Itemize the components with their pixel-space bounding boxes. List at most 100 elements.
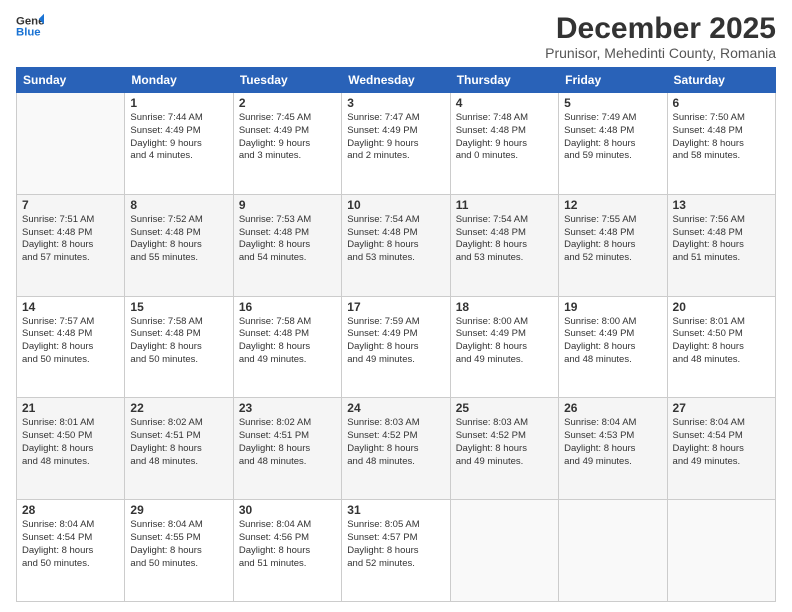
table-row: 6 Sunrise: 7:50 AMSunset: 4:48 PMDaylight… <box>667 93 775 195</box>
table-row: 19Sunrise: 8:00 AMSunset: 4:49 PMDayligh… <box>559 296 667 398</box>
table-row: 21 Sunrise: 8:01 AMSunset: 4:50 PMDayligh… <box>17 398 125 500</box>
table-row <box>17 93 125 195</box>
cell-info: Sunrise: 7:54 AMSunset: 4:48 PMDaylight:… <box>456 214 553 265</box>
table-row: 22 Sunrise: 8:02 AMSunset: 4:51 PMDayligh… <box>125 398 233 500</box>
cell-date: 12 <box>564 198 661 212</box>
table-row: 1 Sunrise: 7:44 AMSunset: 4:49 PMDaylight… <box>125 93 233 195</box>
cell-date: 16 <box>239 300 336 314</box>
svg-text:Blue: Blue <box>16 27 41 39</box>
cell-date: 26 <box>564 401 661 415</box>
cell-date: 19 <box>564 300 661 314</box>
col-monday: Monday <box>125 68 233 93</box>
cell-date: 23 <box>239 401 336 415</box>
cell-info: Sunrise: 7:51 AMSunset: 4:48 PMDaylight:… <box>22 214 119 265</box>
table-row: 3 Sunrise: 7:47 AMSunset: 4:49 PMDaylight… <box>342 93 450 195</box>
cell-date: 22 <box>130 401 227 415</box>
cell-info: Sunrise: 8:04 AMSunset: 4:54 PMDaylight:… <box>22 519 119 570</box>
logo: General Blue <box>16 12 44 40</box>
table-row: 10Sunrise: 7:54 AMSunset: 4:48 PMDayligh… <box>342 194 450 296</box>
cell-info: Sunrise: 8:04 AMSunset: 4:54 PMDaylight:… <box>673 417 770 468</box>
calendar-week-4: 21 Sunrise: 8:01 AMSunset: 4:50 PMDayligh… <box>17 398 776 500</box>
cell-date: 2 <box>239 96 336 110</box>
cell-date: 17 <box>347 300 444 314</box>
table-row: 23 Sunrise: 8:02 AMSunset: 4:51 PMDayligh… <box>233 398 341 500</box>
cell-info: Sunrise: 8:00 AMSunset: 4:49 PMDaylight:… <box>456 316 553 367</box>
cell-date: 3 <box>347 96 444 110</box>
table-row: 27 Sunrise: 8:04 AMSunset: 4:54 PMDayligh… <box>667 398 775 500</box>
table-row <box>667 500 775 602</box>
cell-info: Sunrise: 7:57 AMSunset: 4:48 PMDaylight:… <box>22 316 119 367</box>
table-row: 14 Sunrise: 7:57 AMSunset: 4:48 PMDayligh… <box>17 296 125 398</box>
cell-date: 1 <box>130 96 227 110</box>
cell-info: Sunrise: 7:50 AMSunset: 4:48 PMDaylight:… <box>673 112 770 163</box>
col-thursday: Thursday <box>450 68 558 93</box>
table-row: 4 Sunrise: 7:48 AMSunset: 4:48 PMDaylight… <box>450 93 558 195</box>
table-row: 17 Sunrise: 7:59 AMSunset: 4:49 PMDayligh… <box>342 296 450 398</box>
cell-info: Sunrise: 7:44 AMSunset: 4:49 PMDaylight:… <box>130 112 227 163</box>
cell-date: 14 <box>22 300 119 314</box>
table-row: 11 Sunrise: 7:54 AMSunset: 4:48 PMDayligh… <box>450 194 558 296</box>
table-row: 7 Sunrise: 7:51 AMSunset: 4:48 PMDaylight… <box>17 194 125 296</box>
calendar-header-row: Sunday Monday Tuesday Wednesday Thursday… <box>17 68 776 93</box>
logo-icon: General Blue <box>16 12 44 40</box>
cell-date: 11 <box>456 198 553 212</box>
cell-info: Sunrise: 8:05 AMSunset: 4:57 PMDaylight:… <box>347 519 444 570</box>
cell-info: Sunrise: 7:53 AMSunset: 4:48 PMDaylight:… <box>239 214 336 265</box>
col-sunday: Sunday <box>17 68 125 93</box>
table-row: 16 Sunrise: 7:58 AMSunset: 4:48 PMDayligh… <box>233 296 341 398</box>
cell-date: 15 <box>130 300 227 314</box>
cell-info: Sunrise: 8:01 AMSunset: 4:50 PMDaylight:… <box>22 417 119 468</box>
main-title: December 2025 <box>545 12 776 45</box>
cell-date: 9 <box>239 198 336 212</box>
cell-date: 6 <box>673 96 770 110</box>
table-row: 2Sunrise: 7:45 AMSunset: 4:49 PMDaylight… <box>233 93 341 195</box>
cell-date: 31 <box>347 503 444 517</box>
calendar-week-5: 28 Sunrise: 8:04 AMSunset: 4:54 PMDayligh… <box>17 500 776 602</box>
cell-date: 28 <box>22 503 119 517</box>
table-row: 15 Sunrise: 7:58 AMSunset: 4:48 PMDayligh… <box>125 296 233 398</box>
svg-text:General: General <box>16 15 44 27</box>
table-row: 9 Sunrise: 7:53 AMSunset: 4:48 PMDaylight… <box>233 194 341 296</box>
cell-date: 21 <box>22 401 119 415</box>
cell-info: Sunrise: 7:58 AMSunset: 4:48 PMDaylight:… <box>130 316 227 367</box>
subtitle: Prunisor, Mehedinti County, Romania <box>545 45 776 61</box>
col-wednesday: Wednesday <box>342 68 450 93</box>
cell-info: Sunrise: 7:48 AMSunset: 4:48 PMDaylight:… <box>456 112 553 163</box>
cell-info: Sunrise: 8:02 AMSunset: 4:51 PMDaylight:… <box>130 417 227 468</box>
page: General Blue December 2025 Prunisor, Meh… <box>0 0 792 612</box>
table-row: 30Sunrise: 8:04 AMSunset: 4:56 PMDayligh… <box>233 500 341 602</box>
cell-info: Sunrise: 8:02 AMSunset: 4:51 PMDaylight:… <box>239 417 336 468</box>
cell-date: 24 <box>347 401 444 415</box>
table-row: 24 Sunrise: 8:03 AMSunset: 4:52 PMDayligh… <box>342 398 450 500</box>
cell-date: 8 <box>130 198 227 212</box>
table-row: 8 Sunrise: 7:52 AMSunset: 4:48 PMDaylight… <box>125 194 233 296</box>
calendar-week-2: 7 Sunrise: 7:51 AMSunset: 4:48 PMDaylight… <box>17 194 776 296</box>
table-row: 12 Sunrise: 7:55 AMSunset: 4:48 PMDayligh… <box>559 194 667 296</box>
cell-info: Sunrise: 8:01 AMSunset: 4:50 PMDaylight:… <box>673 316 770 367</box>
cell-info: Sunrise: 7:59 AMSunset: 4:49 PMDaylight:… <box>347 316 444 367</box>
header: General Blue December 2025 Prunisor, Meh… <box>16 12 776 61</box>
cell-date: 4 <box>456 96 553 110</box>
cell-date: 27 <box>673 401 770 415</box>
cell-date: 30 <box>239 503 336 517</box>
cell-info: Sunrise: 8:04 AMSunset: 4:53 PMDaylight:… <box>564 417 661 468</box>
cell-date: 18 <box>456 300 553 314</box>
cell-info: Sunrise: 8:03 AMSunset: 4:52 PMDaylight:… <box>347 417 444 468</box>
table-row: 29Sunrise: 8:04 AMSunset: 4:55 PMDayligh… <box>125 500 233 602</box>
cell-info: Sunrise: 7:47 AMSunset: 4:49 PMDaylight:… <box>347 112 444 163</box>
cell-info: Sunrise: 7:58 AMSunset: 4:48 PMDaylight:… <box>239 316 336 367</box>
cell-date: 5 <box>564 96 661 110</box>
col-tuesday: Tuesday <box>233 68 341 93</box>
col-saturday: Saturday <box>667 68 775 93</box>
cell-date: 13 <box>673 198 770 212</box>
cell-info: Sunrise: 7:55 AMSunset: 4:48 PMDaylight:… <box>564 214 661 265</box>
table-row: 28 Sunrise: 8:04 AMSunset: 4:54 PMDayligh… <box>17 500 125 602</box>
title-section: December 2025 Prunisor, Mehedinti County… <box>545 12 776 61</box>
cell-info: Sunrise: 8:03 AMSunset: 4:52 PMDaylight:… <box>456 417 553 468</box>
calendar-week-1: 1 Sunrise: 7:44 AMSunset: 4:49 PMDaylight… <box>17 93 776 195</box>
cell-date: 29 <box>130 503 227 517</box>
cell-info: Sunrise: 7:56 AMSunset: 4:48 PMDaylight:… <box>673 214 770 265</box>
cell-info: Sunrise: 7:54 AMSunset: 4:48 PMDaylight:… <box>347 214 444 265</box>
cell-date: 7 <box>22 198 119 212</box>
cell-info: Sunrise: 7:52 AMSunset: 4:48 PMDaylight:… <box>130 214 227 265</box>
